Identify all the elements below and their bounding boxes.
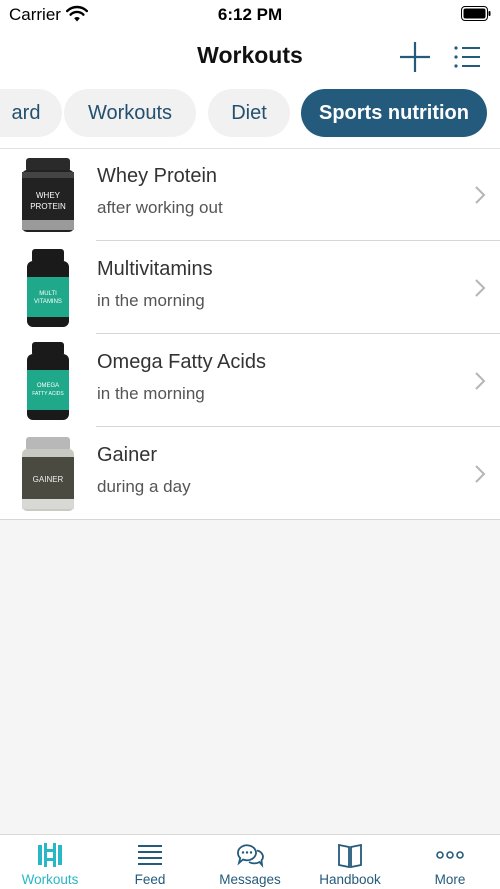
svg-text:PROTEIN: PROTEIN <box>30 202 66 211</box>
status-bar: Carrier 6:12 PM <box>0 0 500 30</box>
tab-handbook[interactable]: Handbook <box>300 835 400 889</box>
svg-text:FATTY ACIDS: FATTY ACIDS <box>32 391 64 397</box>
segment-label: Sports nutrition <box>319 101 469 124</box>
tab-workouts[interactable]: Workouts <box>0 835 100 889</box>
segment-label: Diet <box>231 101 267 124</box>
omega-fatty-acids-jar-image: OMEGA FATTY ACIDS <box>27 342 69 420</box>
segment-sports-nutrition[interactable]: Sports nutrition <box>301 89 487 137</box>
tab-more[interactable]: More <box>400 835 500 889</box>
supplement-title: Omega Fatty Acids <box>97 351 266 373</box>
tab-messages[interactable]: Messages <box>200 835 300 889</box>
svg-text:GAINER: GAINER <box>33 475 64 484</box>
tab-feed[interactable]: Feed <box>100 835 200 889</box>
tab-label: More <box>434 872 466 887</box>
segment-diet[interactable]: Diet <box>208 89 290 137</box>
supplement-title: Gainer <box>97 444 158 466</box>
segment-label: Workouts <box>87 101 173 124</box>
supplement-subtitle: after working out <box>97 198 223 217</box>
list-item[interactable]: MULTI VITAMINS Multivitamins in the morn… <box>0 241 500 334</box>
list-item[interactable]: WHEY PROTEIN Whey Protein after working … <box>0 148 500 241</box>
navigation-bar: Workouts <box>0 30 500 82</box>
supplement-subtitle: in the morning <box>97 291 205 310</box>
plus-icon[interactable] <box>398 40 432 74</box>
chevron-right-icon <box>475 372 486 390</box>
book-icon <box>338 843 362 869</box>
tab-label: Workouts <box>21 872 79 887</box>
dumbbell-icon <box>38 843 62 867</box>
segment-workouts[interactable]: Workouts <box>64 89 196 137</box>
supplement-subtitle: in the morning <box>97 384 205 403</box>
supplement-subtitle: during a day <box>97 477 191 496</box>
whey-protein-jar-image: WHEY PROTEIN <box>22 158 74 232</box>
multivitamins-jar-image: MULTI VITAMINS <box>27 249 69 327</box>
status-time: 6:12 PM <box>217 5 283 24</box>
segment-label: ard <box>11 101 41 124</box>
list-item[interactable]: GAINER Gainer during a day <box>0 427 500 520</box>
chevron-right-icon <box>475 465 486 483</box>
supplement-title: Multivitamins <box>97 258 213 280</box>
feed-icon <box>138 845 162 865</box>
segment-dashboard[interactable]: ard <box>0 89 62 137</box>
more-icon <box>436 851 464 859</box>
svg-text:VITAMINS: VITAMINS <box>34 299 62 305</box>
tab-label: Messages <box>219 872 281 887</box>
svg-text:OMEGA: OMEGA <box>37 383 59 389</box>
supplement-title: Whey Protein <box>97 165 218 187</box>
chevron-right-icon <box>475 279 486 297</box>
battery-icon <box>461 6 491 21</box>
messages-icon <box>237 844 264 868</box>
tab-bar: Workouts Feed Messages Handbook More <box>0 834 500 889</box>
tab-label: Handbook <box>319 872 381 887</box>
svg-text:WHEY: WHEY <box>36 191 61 200</box>
category-segments: ard Workouts Diet Sports nutrition <box>0 82 500 148</box>
tab-label: Feed <box>134 872 166 887</box>
gainer-jar-image: GAINER <box>22 437 74 511</box>
chevron-right-icon <box>475 186 486 204</box>
list-item[interactable]: OMEGA FATTY ACIDS Omega Fatty Acids in t… <box>0 334 500 427</box>
list-icon[interactable] <box>452 42 482 72</box>
svg-text:MULTI: MULTI <box>39 291 57 297</box>
supplement-list: WHEY PROTEIN Whey Protein after working … <box>0 148 500 520</box>
